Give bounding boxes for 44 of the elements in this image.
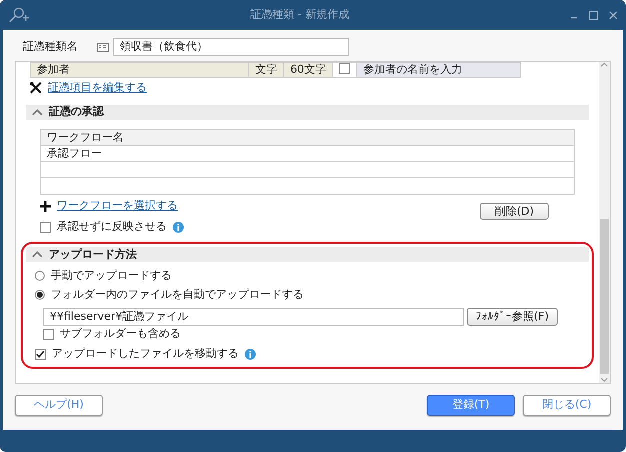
table-cell: 60文字 [284, 62, 333, 78]
radio-label: 手動でアップロードする [51, 269, 172, 284]
checkbox-label: 承認せずに反映させる [57, 220, 167, 234]
column-header: ワークフロー名 [41, 130, 574, 146]
checkbox-label: サブフォルダーも含める [60, 326, 181, 342]
section-title: アップロード方法 [49, 248, 137, 262]
id-card-icon [97, 42, 109, 52]
close-icon[interactable] [609, 10, 618, 20]
radio-button[interactable] [35, 290, 45, 300]
select-workflow-link[interactable]: ワークフローを選択する [57, 199, 178, 214]
scroll-up-icon[interactable] [601, 62, 608, 67]
section-header[interactable]: アップロード方法 [26, 247, 589, 262]
chevron-icon[interactable] [32, 109, 43, 116]
chevron-icon[interactable] [32, 251, 43, 258]
close-button[interactable]: 閉じる(C) [523, 394, 611, 416]
search-add-icon [8, 7, 30, 23]
section-title: 証憑の承認 [49, 105, 104, 120]
tools-icon [30, 82, 42, 94]
checkbox[interactable] [43, 328, 54, 340]
table-cell: 参加者 [30, 62, 249, 78]
table-cell: 文字 [248, 62, 284, 78]
plus-icon [40, 200, 51, 212]
scroll-down-icon[interactable] [601, 378, 608, 383]
scrollbar-thumb[interactable] [600, 218, 609, 374]
radio-button[interactable] [35, 271, 45, 282]
field-label: 証憑種類名 [22, 40, 79, 54]
help-button[interactable]: ヘルプ(H) [15, 394, 103, 416]
name-input[interactable]: 領収書（飲食代） [113, 38, 349, 56]
edit-fields-link[interactable]: 証憑項目を編集する [48, 80, 147, 96]
maximize-icon[interactable] [589, 10, 598, 20]
table-cell: 参加者の名前を入力 [356, 62, 520, 78]
section-header[interactable]: 証憑の承認 [26, 105, 589, 120]
checkbox[interactable] [40, 222, 51, 233]
checkbox[interactable] [339, 62, 350, 74]
radio-label: フォルダー内のファイルを自動でアップロードする [51, 288, 304, 302]
info-icon[interactable] [245, 348, 256, 360]
checkbox[interactable] [35, 348, 46, 360]
info-icon[interactable] [173, 222, 184, 233]
checkbox-label: アップロードしたファイルを移動する [52, 347, 239, 362]
folder-path-input[interactable]: ¥¥fileserver¥証憑ファイル [43, 308, 464, 326]
window-title: 証憑種類 - 新規作成 [250, 8, 350, 22]
browse-folder-button[interactable]: ﾌｫﾙﾀﾞｰ参照(F) [467, 308, 558, 326]
delete-button[interactable]: 削除(D) [480, 203, 549, 220]
table-cell: 承認フロー [41, 146, 574, 162]
